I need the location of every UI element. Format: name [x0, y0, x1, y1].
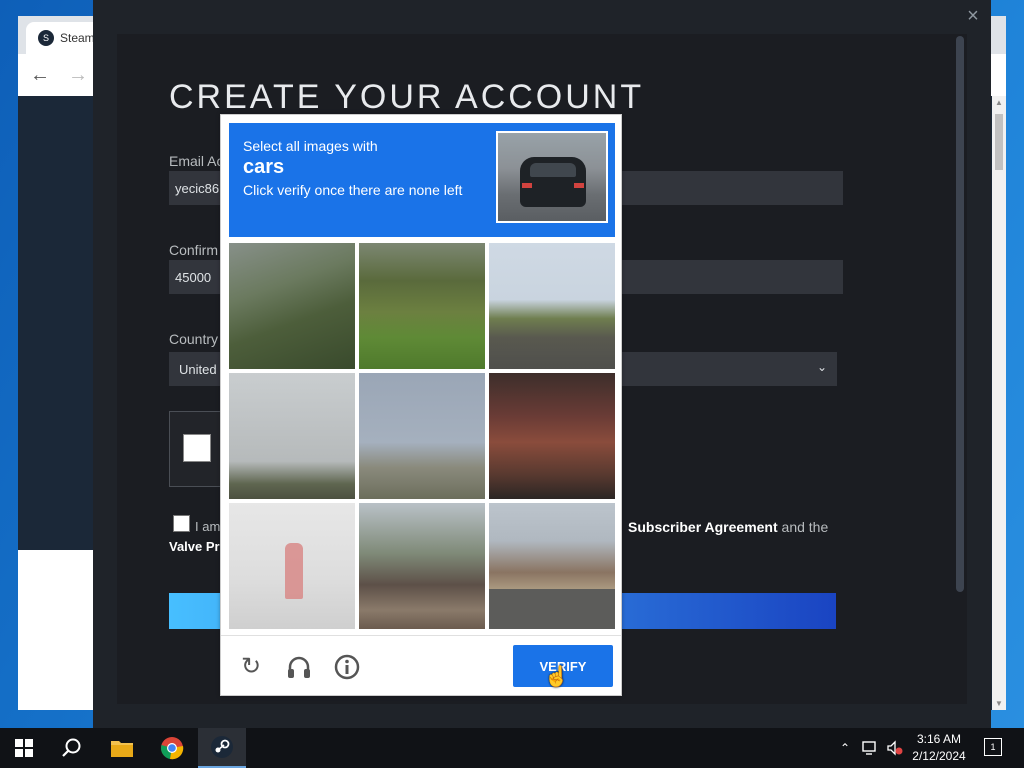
scroll-up-icon[interactable]: ▲ — [995, 98, 1003, 107]
recaptcha-challenge: Select all images with cars Click verify… — [220, 114, 622, 696]
valve-privacy-link[interactable]: Valve Pr — [169, 539, 220, 554]
image-tile[interactable] — [229, 503, 355, 629]
image-tile[interactable] — [489, 243, 615, 369]
instruction-line3: Click verify once there are none left — [243, 182, 463, 198]
instruction-line1: Select all images with — [243, 138, 378, 154]
captcha-widget — [169, 411, 221, 487]
volume-muted-icon[interactable] — [886, 728, 904, 768]
car-picture — [520, 157, 586, 207]
clock-date: 2/12/2024 — [912, 749, 966, 763]
chrome-icon[interactable] — [148, 728, 196, 768]
browser-scrollbar[interactable]: ▲ ▼ — [992, 96, 1006, 710]
recaptcha-header: Select all images with cars Click verify… — [229, 123, 615, 237]
hand-cursor-icon: ☝ — [544, 666, 569, 688]
notification-count: 1 — [990, 742, 996, 752]
confirm-email-label: Confirm — [169, 242, 219, 258]
modal-scroll-thumb[interactable] — [956, 36, 964, 592]
info-icon[interactable] — [333, 653, 361, 681]
notification-icon[interactable]: 1 — [984, 738, 1002, 756]
image-tile[interactable] — [359, 503, 485, 629]
headphones-icon[interactable] — [285, 653, 313, 681]
folder-icon[interactable] — [98, 728, 146, 768]
subscriber-agreement-link[interactable]: Subscriber Agreement — [628, 519, 778, 535]
agree-tail: and the — [777, 519, 829, 535]
browser-tab-title: Steam — [60, 31, 95, 45]
system-clock[interactable]: 3:16 AM 2/12/2024 — [908, 731, 970, 765]
arrow-left-icon[interactable]: ← — [30, 64, 50, 87]
windows-start-icon[interactable] — [0, 728, 48, 768]
instruction-object: cars — [243, 156, 285, 178]
arrow-right-icon[interactable]: → — [68, 64, 88, 87]
scroll-down-icon[interactable]: ▼ — [995, 699, 1003, 708]
steam-tab-icon: S — [38, 30, 54, 46]
steam-icon[interactable] — [198, 728, 246, 768]
agree-text: I am — [195, 519, 221, 534]
image-tile[interactable] — [359, 373, 485, 499]
clock-time: 3:16 AM — [916, 732, 962, 746]
reload-icon[interactable]: ↻ — [237, 653, 265, 681]
close-icon[interactable]: × — [963, 6, 983, 26]
captcha-checkbox[interactable] — [183, 434, 211, 462]
search-icon[interactable] — [48, 728, 96, 768]
image-tile[interactable] — [489, 503, 615, 629]
sample-image — [496, 131, 608, 223]
page-title: CREATE YOUR ACCOUNT — [169, 78, 645, 116]
agree-checkbox[interactable] — [173, 515, 190, 532]
country-label: Country — [169, 331, 219, 347]
page-white-area — [18, 550, 98, 710]
scroll-thumb[interactable] — [995, 114, 1003, 170]
chevron-up-icon[interactable]: ⌃ — [840, 728, 850, 768]
image-tile[interactable] — [229, 373, 355, 499]
image-tile[interactable] — [489, 373, 615, 499]
network-icon[interactable] — [862, 728, 880, 768]
image-grid — [229, 243, 615, 629]
image-tile[interactable] — [359, 243, 485, 369]
chevron-down-icon: ⌄ — [816, 360, 827, 374]
email-label: Email Ac — [169, 153, 224, 169]
agree-text-right: Subscriber Agreement and the — [628, 519, 828, 535]
taskbar: ⌃ 3:16 AM 2/12/2024 1 — [0, 728, 1024, 768]
recaptcha-divider — [221, 635, 621, 636]
country-value: United — [179, 362, 217, 377]
modal-scrollbar[interactable] — [953, 34, 967, 704]
image-tile[interactable] — [229, 243, 355, 369]
